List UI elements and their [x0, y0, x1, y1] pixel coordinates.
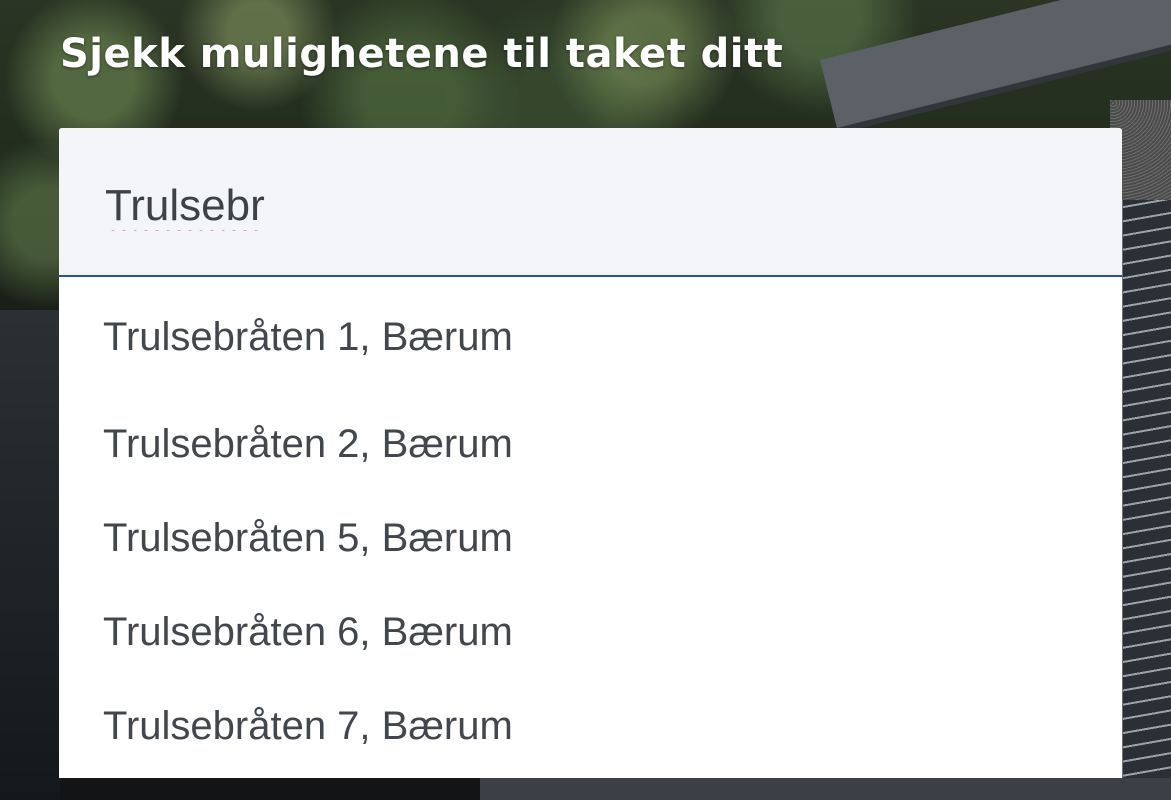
suggestion-item[interactable]: Trulsebråten 5, Bærum [59, 491, 1122, 585]
address-search-box: Trulsebråten 1, Bærum Trulsebråten 2, Bæ… [59, 128, 1122, 778]
address-search-input[interactable] [105, 176, 1065, 236]
suggestion-item[interactable]: Trulsebråten 7, Bærum [59, 679, 1122, 773]
suggestion-item[interactable]: Trulsebråten 2, Bærum [59, 397, 1122, 491]
suggestion-item[interactable]: Trulsebråten 6, Bærum [59, 585, 1122, 679]
lower-roof [480, 778, 1171, 800]
search-input-wrapper[interactable] [59, 128, 1122, 277]
solar-panels [1120, 200, 1171, 800]
suggestion-list: Trulsebråten 1, Bærum Trulsebråten 2, Bæ… [59, 277, 1122, 773]
suggestion-item[interactable]: Trulsebråten 1, Bærum [59, 277, 1122, 397]
dark-roof [0, 310, 60, 800]
page-title: Sjekk mulighetene til taket ditt [60, 31, 784, 77]
